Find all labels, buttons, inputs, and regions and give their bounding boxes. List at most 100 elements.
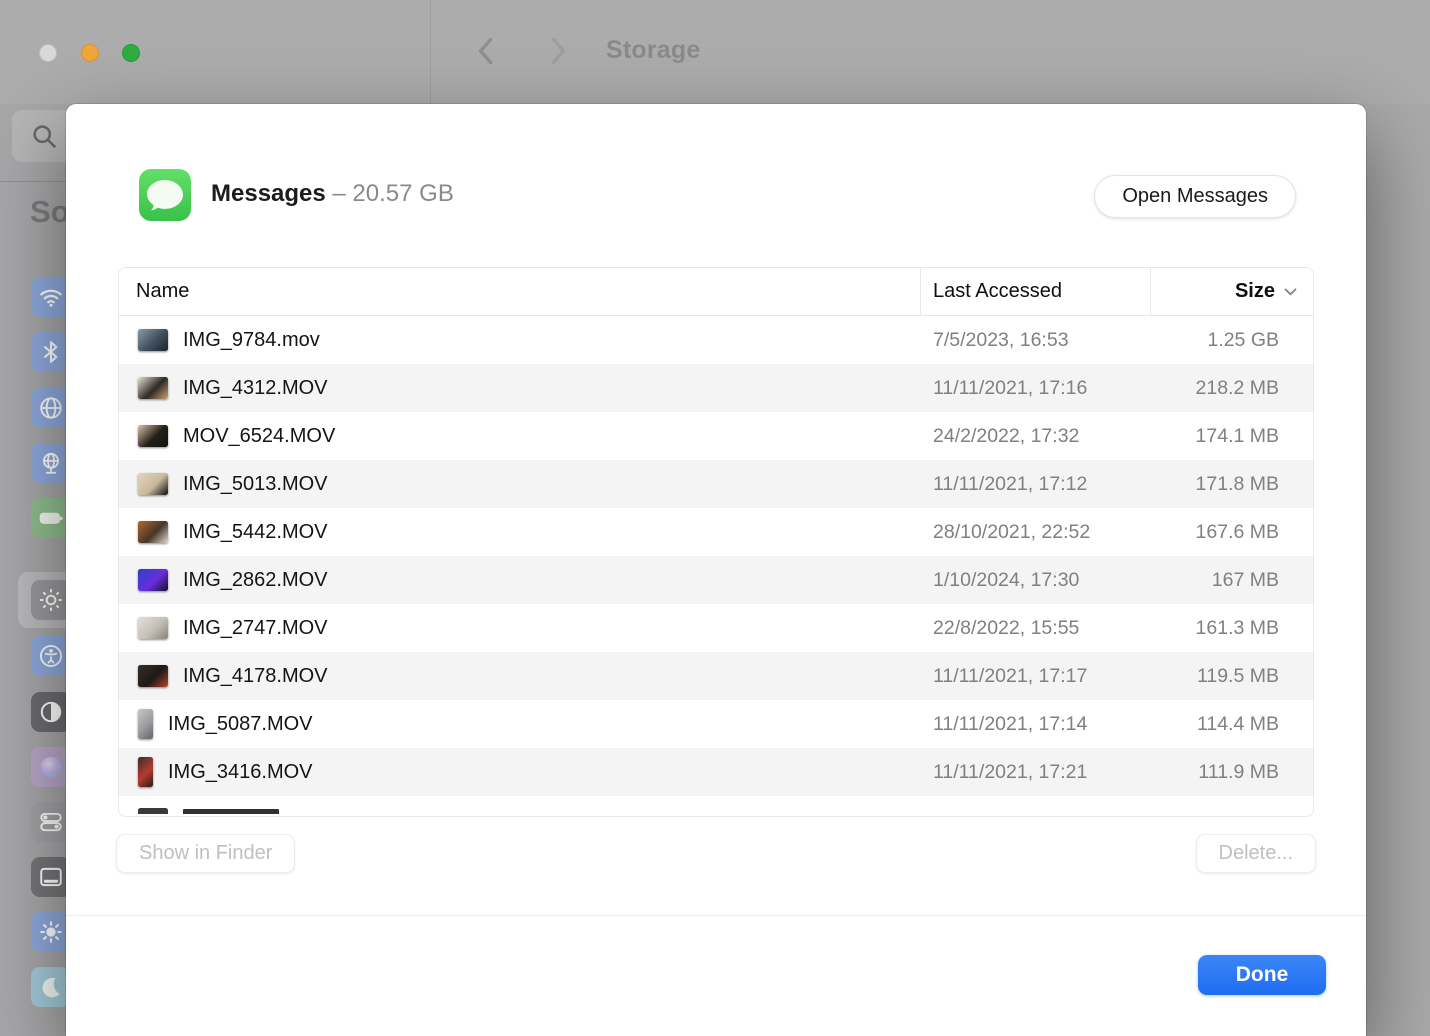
file-size: 161.3 MB	[1195, 616, 1279, 639]
sidebar-item-bluetooth[interactable]	[31, 332, 71, 372]
video-thumbnail	[138, 377, 168, 399]
file-size: 119.5 MB	[1196, 664, 1279, 687]
video-thumbnail	[138, 425, 168, 447]
file-row[interactable]: IMG_3416.MOV 11/11/2021, 17:21 111.9 MB	[119, 748, 1313, 796]
file-row[interactable]: IMG_9784.mov 7/5/2023, 16:53 1.25 GB	[119, 316, 1313, 364]
file-name: IMG_9784.mov	[183, 328, 320, 351]
file-size: 167 MB	[1211, 568, 1279, 591]
zoom-window-button[interactable]	[122, 44, 140, 62]
messages-app-icon	[139, 169, 191, 221]
sort-chevron-down-icon	[1284, 288, 1297, 296]
sidebar-content-divider	[430, 0, 431, 104]
bluetooth-icon	[44, 341, 58, 363]
sidebar-item-vpn[interactable]	[31, 443, 71, 483]
show-in-finder-button[interactable]: Show in Finder	[116, 834, 296, 873]
desktop-dock-icon	[40, 867, 62, 887]
profile-name-label: So	[30, 194, 70, 229]
video-thumbnail	[138, 709, 153, 739]
file-last-accessed: 11/11/2021, 17:16	[933, 376, 1088, 399]
table-body: IMG_9784.mov 7/5/2023, 16:53 1.25 GB IMG…	[119, 316, 1313, 816]
file-name: IMG_4178.MOV	[183, 664, 328, 687]
control-center-icon	[40, 812, 62, 832]
file-name: IMG_4312.MOV	[183, 376, 328, 399]
video-thumbnail	[138, 757, 153, 787]
window-titlebar: Storage	[0, 0, 1430, 104]
file-last-accessed: 11/11/2021, 17:14	[933, 712, 1088, 735]
video-thumbnail	[138, 665, 168, 687]
vpn-icon	[43, 452, 59, 474]
sidebar-item-battery[interactable]	[31, 498, 71, 538]
file-last-accessed: 11/11/2021, 17:21	[933, 760, 1088, 783]
storage-detail-dialog: Messages – 20.57 GB Open Messages Name L…	[66, 104, 1366, 1036]
video-thumbnail	[138, 521, 168, 543]
file-row[interactable]: IMG_5442.MOV 28/10/2021, 22:52 167.6 MB	[119, 508, 1313, 556]
column-header-name[interactable]: Name	[119, 268, 921, 315]
appearance-icon	[40, 701, 62, 723]
file-row[interactable]: IMG_4312.MOV 11/11/2021, 17:16 218.2 MB	[119, 364, 1313, 412]
file-name: IMG_5442.MOV	[183, 520, 328, 543]
file-name: IMG_3416.MOV	[168, 760, 313, 783]
footer-divider	[66, 915, 1366, 916]
minimize-window-button[interactable]	[81, 44, 99, 62]
delete-button[interactable]: Delete...	[1195, 834, 1316, 873]
file-row[interactable]: IMG_2862.MOV 1/10/2024, 17:30 167 MB	[119, 556, 1313, 604]
file-size: 111.9 MB	[1198, 760, 1279, 783]
file-last-accessed: 7/5/2023, 16:53	[933, 328, 1069, 351]
general-gear-icon	[40, 589, 62, 611]
file-name: IMG_2862.MOV	[183, 568, 328, 591]
file-last-accessed: 24/2/2022, 17:32	[933, 424, 1080, 447]
file-last-accessed: 11/11/2021, 17:17	[933, 664, 1088, 687]
close-window-button[interactable]	[39, 44, 57, 62]
app-name-label: Messages	[211, 180, 326, 207]
file-last-accessed: 22/8/2022, 15:55	[933, 616, 1080, 639]
wifi-icon	[40, 289, 62, 307]
video-thumbnail	[138, 329, 168, 351]
app-size-label: – 20.57 GB	[325, 180, 454, 207]
siri-icon	[40, 756, 62, 778]
accessibility-icon	[40, 645, 62, 667]
file-last-accessed: 1/10/2024, 17:30	[933, 568, 1080, 591]
file-row[interactable]: IMG_4178.MOV 11/11/2021, 17:17 119.5 MB	[119, 652, 1313, 700]
sidebar-item-desktop-dock[interactable]	[31, 857, 71, 897]
file-size: 218.2 MB	[1195, 376, 1279, 399]
sidebar-item-siri[interactable]	[31, 747, 71, 787]
sidebar-item-control-center[interactable]	[31, 802, 71, 842]
file-size: 114.4 MB	[1196, 712, 1279, 735]
table-header: Name Last Accessed Size	[119, 268, 1313, 316]
column-header-last-accessed[interactable]: Last Accessed	[921, 268, 1151, 315]
sidebar-item-wifi[interactable]	[31, 277, 71, 317]
file-name: MOV_6524.MOV	[183, 424, 336, 447]
sidebar-item-appearance[interactable]	[31, 692, 71, 732]
page-title: Storage	[606, 36, 701, 64]
file-size: 1.25 GB	[1207, 328, 1279, 351]
column-header-size[interactable]: Size	[1151, 268, 1313, 315]
file-row[interactable]: IMG_2747.MOV 22/8/2022, 15:55 161.3 MB	[119, 604, 1313, 652]
video-thumbnail	[138, 473, 168, 495]
back-icon[interactable]	[470, 34, 504, 68]
file-row[interactable]: MOV_6524.MOV 24/2/2022, 17:32 174.1 MB	[119, 412, 1313, 460]
file-name: IMG_5087.MOV	[168, 712, 313, 735]
sidebar-item-screensaver[interactable]	[31, 967, 71, 1007]
file-last-accessed: 11/11/2021, 17:12	[933, 472, 1088, 495]
size-column-label: Size	[1234, 280, 1275, 302]
open-messages-button[interactable]: Open Messages	[1094, 175, 1296, 218]
done-button[interactable]: Done	[1198, 955, 1326, 995]
file-size: 174.1 MB	[1195, 424, 1279, 447]
file-name: IMG_2747.MOV	[183, 616, 328, 639]
file-name: IMG_5013.MOV	[183, 472, 328, 495]
clipped-file-name	[183, 809, 279, 814]
dialog-title: Messages – 20.57 GB	[211, 180, 454, 208]
file-row[interactable]: IMG_5087.MOV 11/11/2021, 17:14 114.4 MB	[119, 700, 1313, 748]
screensaver-icon	[42, 977, 60, 998]
sidebar-item-network[interactable]	[31, 388, 71, 428]
forward-icon[interactable]	[540, 34, 574, 68]
sidebar-item-accessibility[interactable]	[31, 636, 71, 676]
displays-icon	[40, 921, 62, 943]
network-icon	[40, 397, 62, 419]
file-last-accessed: 28/10/2021, 22:52	[933, 520, 1091, 543]
partially-visible-file-row[interactable]	[119, 796, 1313, 814]
file-row[interactable]: IMG_5013.MOV 11/11/2021, 17:12 171.8 MB	[119, 460, 1313, 508]
sidebar-item-displays[interactable]	[31, 912, 71, 952]
video-thumbnail	[138, 617, 168, 639]
sidebar-item-general-gear[interactable]	[31, 580, 71, 620]
